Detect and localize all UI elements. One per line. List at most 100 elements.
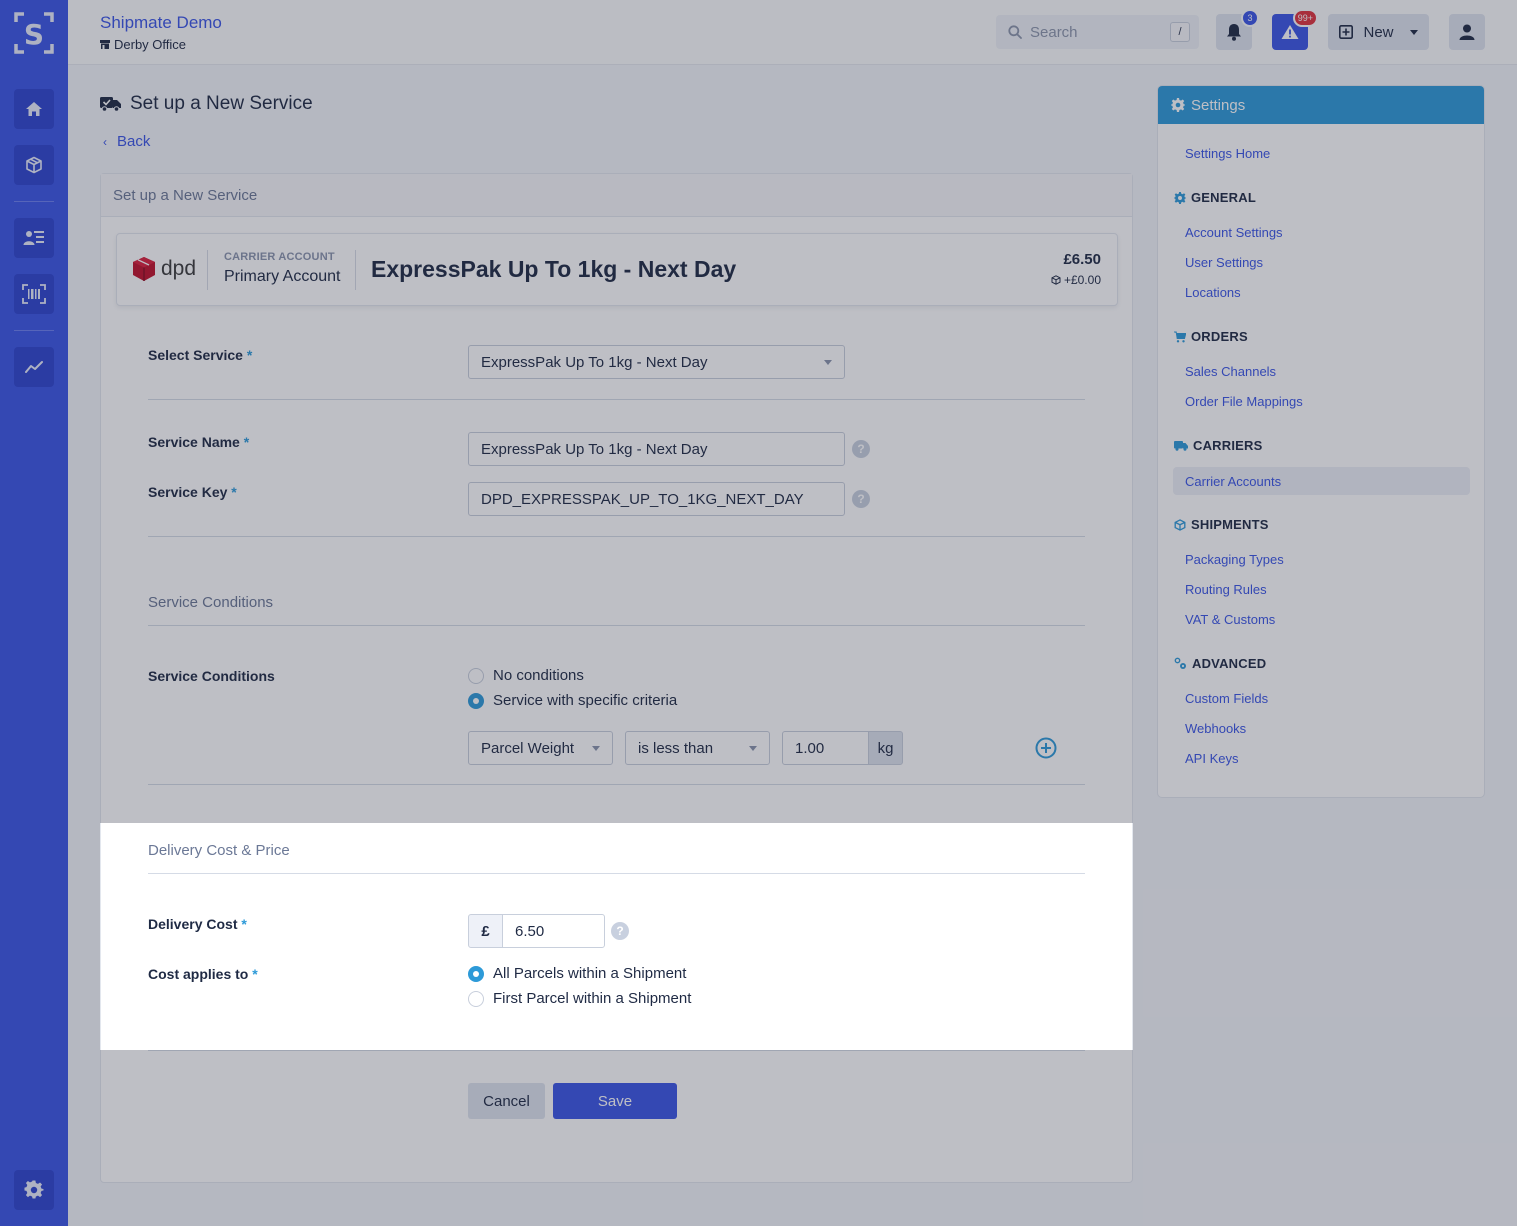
settings-link-home[interactable]: Settings Home <box>1185 146 1270 161</box>
organization-name[interactable]: Shipmate Demo <box>100 13 222 33</box>
page-title-text: Set up a New Service <box>130 93 313 114</box>
settings-link-order-file-mappings[interactable]: Order File Mappings <box>1185 394 1303 409</box>
radio-all-parcels[interactable]: All Parcels within a Shipment <box>468 965 686 982</box>
divider <box>148 784 1085 785</box>
radio-first-parcel[interactable]: First Parcel within a Shipment <box>468 990 691 1007</box>
cancel-button[interactable]: Cancel <box>468 1083 545 1119</box>
truck-check-icon <box>100 97 121 112</box>
divider <box>148 536 1085 537</box>
service-key-label: Service Key * <box>148 484 237 500</box>
new-dropdown-button[interactable]: New <box>1328 14 1429 50</box>
summary-divider <box>207 250 208 290</box>
dpd-cube-icon <box>133 257 155 281</box>
back-link-label: Back <box>117 133 151 150</box>
service-name-label: Service Name * <box>148 434 249 450</box>
help-icon[interactable]: ? <box>852 440 870 458</box>
service-name-heading: ExpressPak Up To 1kg - Next Day <box>371 256 737 282</box>
card-header: Set up a New Service <box>101 174 1132 217</box>
settings-link-custom-fields[interactable]: Custom Fields <box>1185 691 1268 706</box>
currency-addon: £ <box>468 914 503 948</box>
radio-specific-criteria[interactable]: Service with specific criteria <box>468 692 677 709</box>
settings-link-sales-channels[interactable]: Sales Channels <box>1185 364 1276 379</box>
group-title: SHIPMENTS <box>1191 517 1269 532</box>
store-icon <box>100 40 110 49</box>
user-menu-button[interactable] <box>1449 14 1485 50</box>
condition-value-input[interactable]: 1.00 <box>782 731 869 765</box>
select-service-dropdown[interactable]: ExpressPak Up To 1kg - Next Day <box>468 345 845 379</box>
barcode-scan-icon <box>22 284 46 304</box>
settings-link-account-settings[interactable]: Account Settings <box>1185 225 1283 240</box>
help-icon[interactable]: ? <box>852 490 870 508</box>
divider <box>148 625 1085 626</box>
logo-letter: S <box>24 18 44 51</box>
extra-price: +£0.00 <box>1051 273 1101 287</box>
carrier-account-name: Primary Account <box>224 268 341 285</box>
settings-title: Settings <box>1191 96 1246 114</box>
label-text: Service Name <box>148 434 240 450</box>
radio-label: Service with specific criteria <box>493 692 678 709</box>
location-selector[interactable]: Derby Office <box>100 37 186 52</box>
page-title: Set up a New Service <box>100 93 313 115</box>
box-icon <box>1174 518 1186 531</box>
address-card-icon <box>23 231 44 245</box>
label-text: Service Key <box>148 484 228 500</box>
app-logo[interactable]: S <box>14 12 54 54</box>
service-key-input[interactable]: DPD_EXPRESSPAK_UP_TO_1KG_NEXT_DAY <box>468 482 845 516</box>
service-name-value: ExpressPak Up To 1kg - Next Day <box>481 440 708 458</box>
radio-button[interactable] <box>468 667 484 684</box>
settings-group-orders: ORDERS <box>1174 329 1248 344</box>
label-text: Delivery Cost <box>148 916 238 932</box>
settings-link-user-settings[interactable]: User Settings <box>1185 255 1263 270</box>
service-name-input[interactable]: ExpressPak Up To 1kg - Next Day <box>468 432 845 466</box>
radio-no-conditions[interactable]: No conditions <box>468 667 584 684</box>
required-mark: * <box>252 966 258 982</box>
add-condition-button[interactable] <box>1035 737 1057 762</box>
settings-link-webhooks[interactable]: Webhooks <box>1185 721 1246 736</box>
save-button[interactable]: Save <box>553 1083 677 1119</box>
settings-header: Settings <box>1158 86 1484 124</box>
condition-field-dropdown[interactable]: Parcel Weight <box>468 731 613 765</box>
rail-divider <box>14 201 54 202</box>
radio-button-selected[interactable] <box>468 692 484 709</box>
service-summary: dpd CARRIER ACCOUNT Primary Account Expr… <box>116 233 1118 306</box>
settings-link-carrier-accounts[interactable]: Carrier Accounts <box>1173 467 1470 495</box>
rail-shipments-button[interactable] <box>14 145 54 185</box>
radio-label: No conditions <box>493 667 584 684</box>
conditions-section-title: Service Conditions <box>148 594 274 611</box>
notifications-button[interactable]: 3 <box>1216 9 1259 50</box>
settings-link-api-keys[interactable]: API Keys <box>1185 751 1238 766</box>
delivery-cost-input[interactable]: 6.50 <box>502 914 605 948</box>
chevron-down-icon <box>749 746 757 751</box>
settings-link-packaging-types[interactable]: Packaging Types <box>1185 552 1284 567</box>
rail-scan-button[interactable] <box>14 274 54 314</box>
back-link[interactable]: ‹ Back <box>103 133 150 150</box>
condition-operator-dropdown[interactable]: is less than <box>625 731 770 765</box>
carrier-logo-text: dpd <box>161 257 197 280</box>
help-icon[interactable]: ? <box>611 922 629 940</box>
rail-settings-button[interactable] <box>14 1170 54 1210</box>
radio-button[interactable] <box>468 990 484 1007</box>
chart-line-icon <box>25 361 43 373</box>
alerts-button[interactable]: 99+ <box>1272 9 1318 50</box>
settings-link-locations[interactable]: Locations <box>1185 285 1241 300</box>
condition-value: 1.00 <box>795 739 825 757</box>
settings-link-vat-customs[interactable]: VAT & Customs <box>1185 612 1275 627</box>
divider <box>148 399 1085 400</box>
cost-applies-label: Cost applies to * <box>148 966 258 982</box>
settings-link-routing-rules[interactable]: Routing Rules <box>1185 582 1267 597</box>
settings-group-carriers: CARRIERS <box>1174 438 1263 453</box>
group-title: ADVANCED <box>1192 656 1267 671</box>
delivery-cost-value: 6.50 <box>515 922 545 940</box>
truck-icon <box>1174 440 1188 451</box>
search-input[interactable]: Search / <box>996 15 1199 49</box>
rail-reports-button[interactable] <box>14 347 54 387</box>
gear-icon <box>1171 98 1185 112</box>
settings-panel: Settings Settings Home GENERAL Account S… <box>1157 85 1485 798</box>
conditions-label: Service Conditions <box>148 668 275 684</box>
rail-home-button[interactable] <box>14 89 54 129</box>
rail-contacts-button[interactable] <box>14 218 54 258</box>
carrier-account-label: CARRIER ACCOUNT <box>224 251 335 263</box>
radio-button-selected[interactable] <box>468 965 484 982</box>
search-shortcut-hint: / <box>1170 22 1190 42</box>
rail-divider <box>14 330 54 331</box>
